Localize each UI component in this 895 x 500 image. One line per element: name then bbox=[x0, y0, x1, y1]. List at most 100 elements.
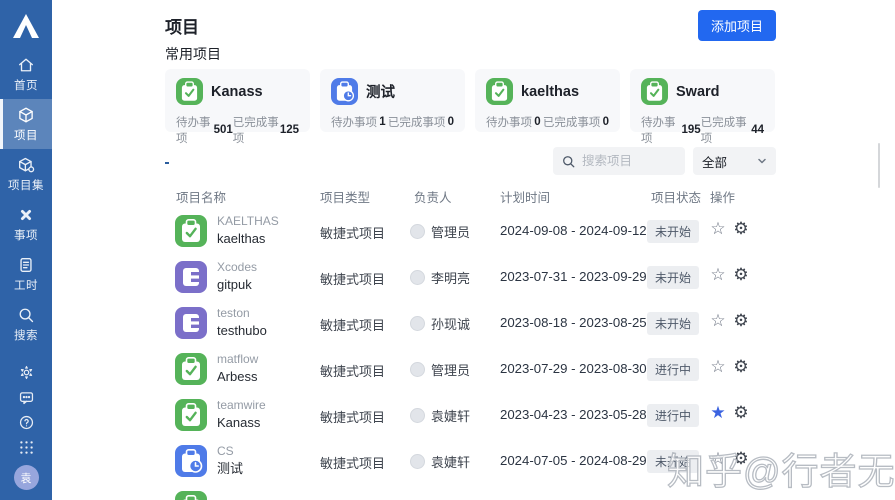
star-icon[interactable]: ☆ bbox=[708, 265, 728, 285]
favorite-project-card[interactable]: kaelthas 待办事项 0 已完成事项 0 bbox=[475, 69, 620, 132]
tab[interactable] bbox=[227, 146, 231, 164]
main-content: 项目 添加项目 常用项目 Kanass 待办事项 501 已完成事项 125 测… bbox=[165, 0, 776, 500]
filter-row: 全部 bbox=[165, 146, 776, 178]
sidebar-item-icon bbox=[0, 306, 52, 324]
table-row[interactable]: teamwire Kanass 敏捷式项目 袁婕轩 2023-04-23 - 2… bbox=[165, 392, 776, 438]
project-subtitle: kaelthas bbox=[217, 230, 279, 247]
project-icon bbox=[486, 78, 513, 105]
todo-label: 待办事项 bbox=[641, 114, 681, 146]
owner-name: 管理员 bbox=[431, 360, 470, 379]
star-icon[interactable]: ★ bbox=[708, 403, 728, 423]
todo-label: 待办事项 bbox=[176, 114, 214, 146]
project-type: 敏捷式项目 bbox=[320, 269, 385, 288]
status-badge: 未开始 bbox=[647, 266, 699, 289]
project-icon bbox=[175, 399, 207, 431]
owner-name: 袁婕轩 bbox=[431, 452, 470, 471]
status-filter-value: 全部 bbox=[702, 152, 727, 171]
table-row[interactable]: matflow Arbess 敏捷式项目 管理员 2023-07-29 - 20… bbox=[165, 346, 776, 392]
project-title: teamwire bbox=[217, 397, 266, 414]
project-icon bbox=[175, 215, 207, 247]
column-header: 计划时间 bbox=[500, 187, 550, 206]
done-count: 125 bbox=[280, 124, 299, 136]
settings-gear-icon[interactable]: ⚙ bbox=[731, 357, 751, 377]
project-icon bbox=[176, 78, 203, 105]
project-type: 敏捷式项目 bbox=[320, 315, 385, 334]
settings-icon[interactable] bbox=[17, 363, 35, 381]
tab[interactable] bbox=[165, 146, 169, 164]
table-header: 项目名称项目类型负责人计划时间项目状态操作 bbox=[165, 187, 776, 209]
sidebar-item-cubes[interactable]: 项目集 bbox=[0, 149, 52, 199]
owner-cell: 李明亮 bbox=[410, 268, 470, 287]
settings-gear-icon[interactable]: ⚙ bbox=[731, 265, 751, 285]
user-avatar[interactable]: 袁 bbox=[14, 465, 39, 490]
sidebar-item-label: 项目集 bbox=[0, 177, 52, 193]
status-filter-select[interactable]: 全部 bbox=[693, 147, 776, 175]
favorite-project-card[interactable]: 测试 待办事项 1 已完成事项 0 bbox=[320, 69, 465, 132]
apps-grid-icon[interactable] bbox=[17, 438, 35, 456]
done-count: 0 bbox=[448, 116, 454, 128]
star-icon[interactable]: ☆ bbox=[708, 219, 728, 239]
todo-count: 1 bbox=[379, 116, 385, 128]
column-header: 项目名称 bbox=[176, 187, 226, 206]
owner-avatar bbox=[410, 224, 425, 239]
project-subtitle: Arbess bbox=[217, 368, 258, 385]
settings-gear-icon[interactable]: ⚙ bbox=[731, 311, 751, 331]
project-type: 敏捷式项目 bbox=[320, 361, 385, 380]
project-icon bbox=[331, 78, 358, 105]
done-count: 44 bbox=[751, 124, 764, 136]
settings-gear-icon[interactable]: ⚙ bbox=[731, 449, 751, 469]
star-icon[interactable]: ☆ bbox=[708, 311, 728, 331]
settings-gear-icon[interactable]: ⚙ bbox=[731, 403, 751, 423]
tab[interactable] bbox=[196, 146, 200, 164]
star-icon[interactable]: ☆ bbox=[708, 357, 728, 377]
status-badge: 进行中 bbox=[647, 358, 699, 381]
sidebar-item-icon bbox=[0, 56, 52, 74]
table-row[interactable]: Xcodes gitpuk 敏捷式项目 李明亮 2023-07-31 - 202… bbox=[165, 254, 776, 300]
sidebar-item-clover[interactable]: 事项 bbox=[0, 199, 52, 249]
project-subtitle: testhubo bbox=[217, 322, 267, 339]
table-row[interactable]: teston testhubo 敏捷式项目 孙现诚 2023-08-18 - 2… bbox=[165, 300, 776, 346]
sidebar-item-label: 工时 bbox=[0, 277, 52, 293]
table-row[interactable]: CS 测试 敏捷式项目 袁婕轩 2024-07-05 - 2024-08-29 … bbox=[165, 438, 776, 484]
search-input[interactable] bbox=[582, 154, 672, 168]
project-subtitle: 测试 bbox=[217, 460, 243, 477]
project-name: kaelthas bbox=[521, 84, 579, 100]
project-title: teston bbox=[217, 305, 267, 322]
project-name: Sward bbox=[676, 84, 720, 100]
todo-label: 待办事项 bbox=[486, 114, 532, 130]
project-subtitle: gitpuk bbox=[217, 276, 257, 293]
project-type: 敏捷式项目 bbox=[320, 453, 385, 472]
table-row[interactable]: KAELTHAS kaelthas 敏捷式项目 管理员 2024-09-08 -… bbox=[165, 208, 776, 254]
chevron-down-icon bbox=[757, 156, 767, 166]
favorite-project-cards: Kanass 待办事项 501 已完成事项 125 测试 待办事项 1 已完成事… bbox=[165, 69, 776, 132]
column-header: 操作 bbox=[710, 187, 735, 206]
owner-name: 管理员 bbox=[431, 222, 470, 241]
sidebar-item-home[interactable]: 首页 bbox=[0, 49, 52, 99]
scrollbar-thumb[interactable] bbox=[878, 143, 880, 188]
favorite-project-card[interactable]: Sward 待办事项 195 已完成事项 44 bbox=[630, 69, 775, 132]
plan-time: 2023-04-23 - 2023-05-28 bbox=[500, 407, 647, 422]
sidebar-item-cube[interactable]: 项目 bbox=[0, 99, 52, 149]
sidebar-item-search[interactable]: 搜索 bbox=[0, 299, 52, 349]
add-project-button[interactable]: 添加项目 bbox=[698, 10, 776, 41]
star-icon[interactable]: ☆ bbox=[708, 449, 728, 469]
kanass-logo-icon[interactable] bbox=[9, 9, 43, 43]
column-header: 负责人 bbox=[414, 187, 452, 206]
sidebar-item-icon bbox=[0, 156, 52, 174]
sidebar-item-doc[interactable]: 工时 bbox=[0, 249, 52, 299]
sidebar-item-icon bbox=[0, 256, 52, 274]
owner-cell: 袁婕轩 bbox=[410, 406, 470, 425]
todo-count: 0 bbox=[534, 116, 540, 128]
owner-avatar bbox=[410, 454, 425, 469]
table-row[interactable]: ☆ ⚙ bbox=[165, 484, 776, 500]
sidebar-nav: 首页 项目 项目集 事项 工时 搜索 bbox=[0, 49, 52, 349]
help-icon[interactable] bbox=[17, 413, 35, 431]
todo-count: 501 bbox=[214, 124, 233, 136]
project-tabs bbox=[165, 146, 231, 164]
favorite-project-card[interactable]: Kanass 待办事项 501 已完成事项 125 bbox=[165, 69, 310, 132]
project-type: 敏捷式项目 bbox=[320, 407, 385, 426]
project-search-box[interactable] bbox=[553, 147, 685, 175]
project-icon bbox=[175, 307, 207, 339]
settings-gear-icon[interactable]: ⚙ bbox=[731, 219, 751, 239]
message-icon[interactable] bbox=[17, 388, 35, 406]
